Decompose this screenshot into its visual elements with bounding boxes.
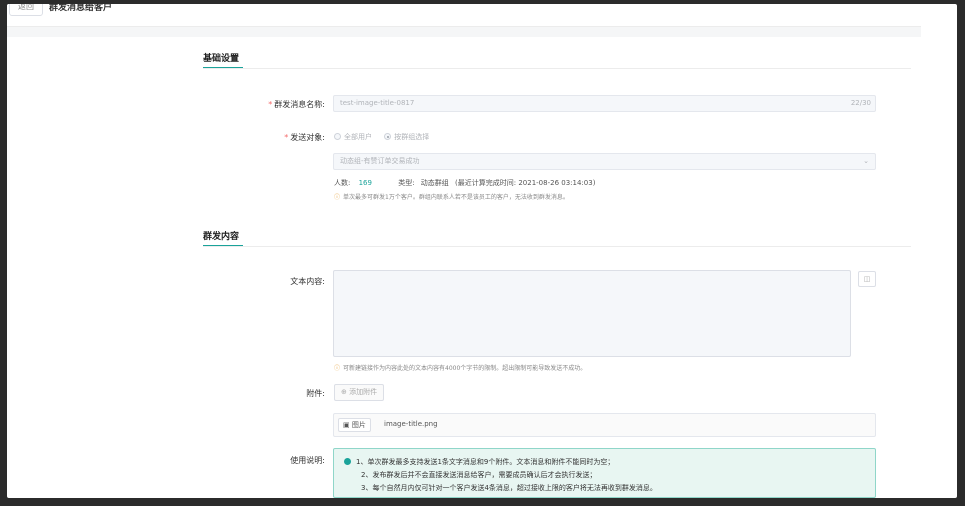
plus-circle-icon: ⊕ xyxy=(341,388,350,396)
group-select[interactable]: 动态组-有赞订单交易成功 ⌄ xyxy=(333,153,876,170)
attachment-type-tag: ▣ 图片 xyxy=(338,418,371,432)
radio-by-group[interactable]: 按群组选择 xyxy=(384,133,429,141)
target-radio-group: 全部用户 按群组选择 xyxy=(334,132,429,142)
attachment-item: ▣ 图片 image-title.png xyxy=(333,413,876,437)
name-input[interactable]: test-image-title-0817 22/30 xyxy=(333,95,876,112)
section-divider xyxy=(203,68,911,69)
warning-circle-icon: ⓘ xyxy=(334,365,341,372)
text-label: 文本内容: xyxy=(290,277,325,286)
text-warning: ⓘ 可新建链接作为内容此处的文本内容有4000个字节的限制。超出限制可能导致发送不… xyxy=(334,365,587,372)
radio-all-users[interactable]: 全部用户 xyxy=(334,133,372,141)
attachment-filename[interactable]: image-title.png xyxy=(384,420,438,428)
top-bar: 返回 群发消息给客户 xyxy=(7,4,921,26)
warning-circle-icon: ⓘ xyxy=(334,194,341,201)
form-content: 基础设置 * 群发消息名称: test-image-title-0817 22/3… xyxy=(7,37,921,498)
usage-label: 使用说明: xyxy=(290,456,325,465)
section-content-title: 群发内容 xyxy=(203,232,240,242)
app-window: 返回 群发消息给客户 基础设置 * 群发消息名称: test-image-titl… xyxy=(7,4,957,498)
page-title: 群发消息给客户 xyxy=(49,4,113,13)
info-dot-icon xyxy=(344,458,351,465)
add-attachment-button[interactable]: ⊕ 添加附件 xyxy=(334,384,385,401)
target-label: * 发送对象: xyxy=(284,133,325,142)
text-content-input[interactable] xyxy=(333,270,851,357)
usage-line-2: 2、发布群发后并不会直接发送消息给客户，需要成员确认后才会执行发送； xyxy=(361,471,597,479)
group-info: 人数: 169 类型: 动态群组 (最近计算完成时间: 2021-08-26 0… xyxy=(334,179,596,187)
attach-label: 附件: xyxy=(306,389,325,398)
usage-line-3: 3、每个自然月内仅可针对一个客户发送4条消息，超过接收上限的客户将无法再收到群发… xyxy=(361,484,657,492)
emoji-icon[interactable]: ◫ xyxy=(858,271,876,287)
name-label: * 群发消息名称: xyxy=(268,100,325,109)
name-counter: 22/30 xyxy=(850,99,871,107)
image-icon: ▣ xyxy=(343,421,352,429)
usage-line-1: 1、单次群发最多支持发送1条文字消息和9个附件。文本消息和附件不能同时为空； xyxy=(356,458,615,466)
chevron-down-icon: ⌄ xyxy=(863,157,869,165)
section-divider-2 xyxy=(203,246,911,247)
usage-notice: 1、单次群发最多支持发送1条文字消息和9个附件。文本消息和附件不能同时为空； 2… xyxy=(333,448,876,498)
header-strip xyxy=(7,27,921,37)
target-warning: ⓘ 单次最多可群发1万个客户。群组内联系人若不是该员工的客户，无法收到群发消息。 xyxy=(334,194,569,201)
back-button[interactable]: 返回 xyxy=(9,4,43,16)
section-basic-title: 基础设置 xyxy=(203,54,240,64)
